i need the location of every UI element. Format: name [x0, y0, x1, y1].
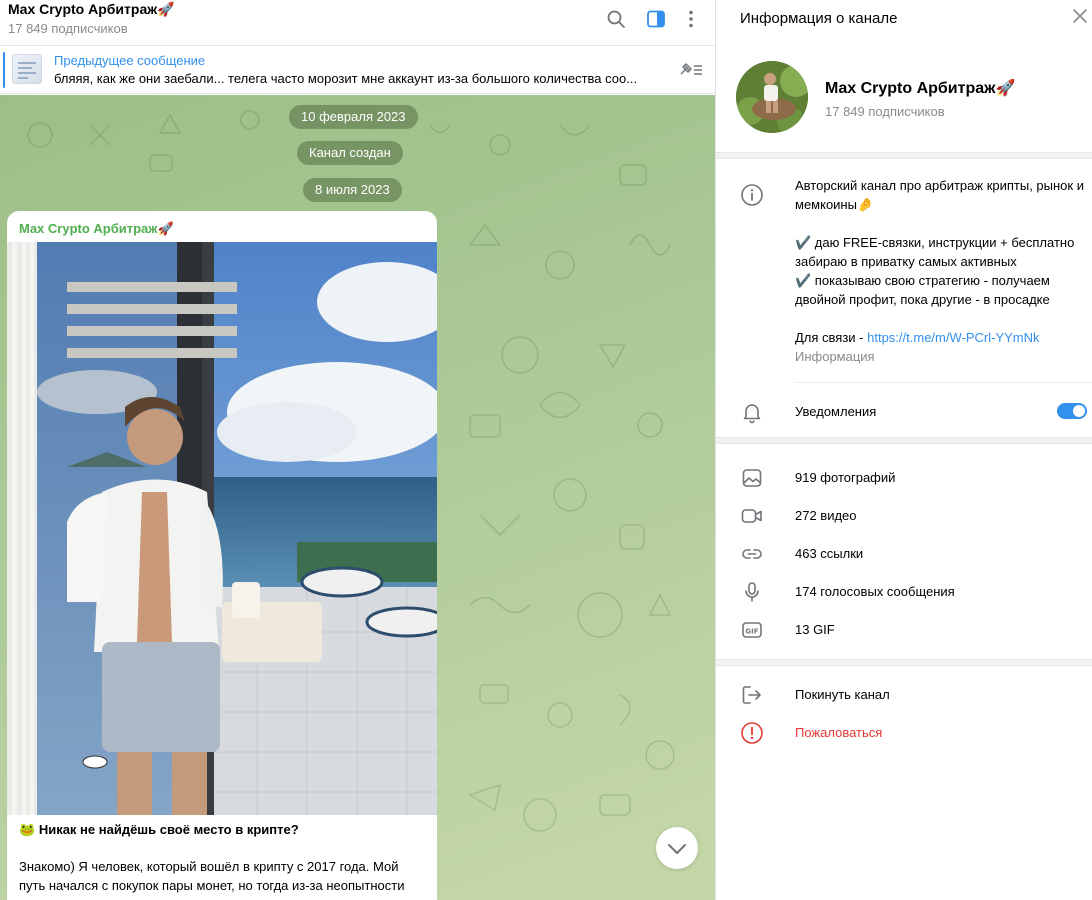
notifications-label[interactable]: Уведомления: [795, 404, 876, 419]
chat-subscribers: 17 849 подписчиков: [8, 21, 128, 36]
pinned-message-bar[interactable]: Предыдущее сообщение бляяя, как же они з…: [0, 46, 715, 94]
photo-icon: [740, 466, 764, 490]
channel-name: Max Crypto Арбитраж🚀: [825, 80, 1016, 97]
channel-avatar[interactable]: [736, 61, 808, 133]
pinned-text: бляяя, как же они заебали... телега част…: [54, 71, 638, 86]
section-separator: [716, 437, 1092, 444]
section-separator: [716, 659, 1092, 666]
pin-list-icon[interactable]: [677, 60, 705, 80]
close-icon[interactable]: [1072, 8, 1088, 24]
contact-prefix: Для связи -: [795, 330, 868, 345]
description-line: ✔️ показываю свою стратегию - получаем д…: [795, 273, 1050, 307]
chat-area: Max Crypto Арбитраж🚀 17 849 подписчиков …: [0, 0, 715, 900]
chevron-down-icon: [668, 844, 686, 854]
chat-title[interactable]: Max Crypto Арбитраж🚀: [8, 1, 175, 18]
media-links[interactable]: 463 ссылки: [795, 546, 863, 561]
contact-link[interactable]: https://t.me/m/W-PCrl-YYmNk: [867, 330, 1039, 345]
date-pill: 8 июля 2023: [303, 178, 402, 202]
contact-line: Для связи - https://t.me/m/W-PCrl-YYmNk: [795, 328, 1090, 347]
pinned-indicator: [3, 52, 5, 88]
section-separator: [716, 152, 1092, 159]
telegram-window: Max Crypto Арбитраж🚀 17 849 подписчиков …: [0, 0, 1092, 900]
report-icon: [740, 721, 764, 745]
leave-icon: [740, 683, 764, 707]
post-heading-text: Никак не найдёшь своё место в крипте?: [38, 822, 299, 837]
channel-description: Авторский канал про арбитраж крипты, рын…: [795, 176, 1090, 366]
video-icon: [740, 504, 764, 528]
leave-channel-button[interactable]: Покинуть канал: [795, 687, 890, 702]
more-icon[interactable]: [680, 8, 702, 30]
channel-subscribers: 17 849 подписчиков: [825, 104, 945, 119]
media-gifs[interactable]: 13 GIF: [795, 622, 835, 637]
media-voice[interactable]: 174 голосовых сообщения: [795, 584, 955, 599]
media-photos[interactable]: 919 фотографий: [795, 470, 895, 485]
pinned-title: Предыдущее сообщение: [54, 53, 206, 68]
report-button[interactable]: Пожаловаться: [795, 725, 882, 740]
divider: [794, 382, 1092, 383]
post-body: Знакомо) Я человек, который вошёл в крип…: [19, 859, 405, 893]
date-pill: 10 февраля 2023: [289, 105, 418, 129]
service-pill: Канал создан: [297, 141, 403, 165]
description-line: ✔️ даю FREE-связки, инструкции + бесплат…: [795, 235, 1075, 269]
search-icon[interactable]: [605, 8, 627, 30]
sidebar-toggle-icon[interactable]: [645, 8, 667, 30]
media-videos[interactable]: 272 видео: [795, 508, 857, 523]
bell-icon: [740, 400, 764, 424]
pinned-thumbnail: [12, 54, 42, 84]
info-icon: [740, 183, 764, 207]
scroll-down-button[interactable]: [656, 827, 698, 869]
post-heading-emoji: 🐸: [19, 822, 36, 837]
post-author[interactable]: Max Crypto Арбитраж🚀: [19, 221, 174, 237]
post-heading: 🐸 Никак не найдёшь своё место в крипте?: [19, 822, 299, 838]
channel-post[interactable]: Max Crypto Арбитраж🚀 🐸 Никак не найдёшь …: [7, 211, 437, 900]
photo-illustration: [7, 242, 437, 815]
description-caption: Информация: [795, 349, 875, 364]
post-photo[interactable]: [7, 242, 437, 815]
description-line: Авторский канал про арбитраж крипты, рын…: [795, 178, 1084, 212]
panel-title: Информация о канале: [740, 10, 898, 27]
mic-icon: [740, 580, 764, 604]
chat-header[interactable]: Max Crypto Арбитраж🚀 17 849 подписчиков: [0, 0, 715, 46]
notifications-toggle[interactable]: [1057, 403, 1087, 419]
link-icon: [740, 542, 764, 566]
gif-icon: GIF: [740, 618, 764, 642]
svg-text:GIF: GIF: [745, 627, 758, 635]
channel-info-panel: Информация о канале Max Crypto Арбитраж🚀…: [715, 0, 1092, 900]
